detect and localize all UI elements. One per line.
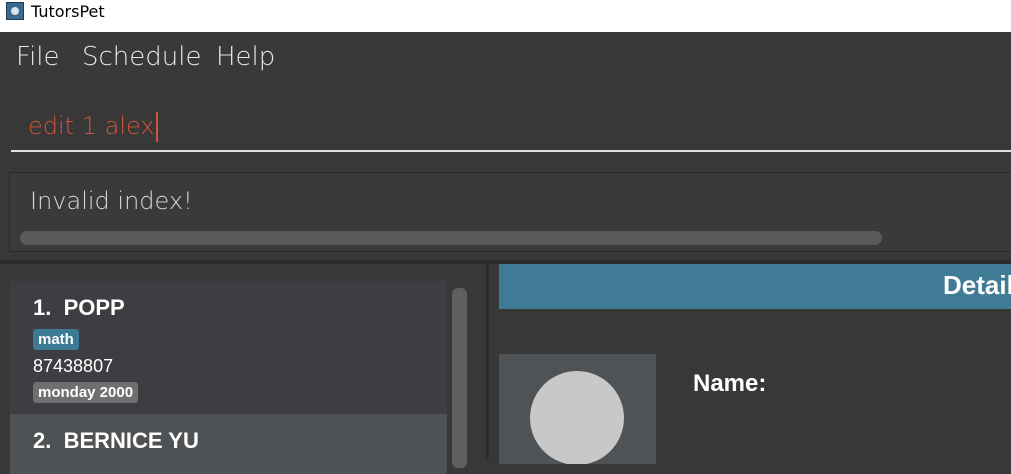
command-input[interactable]: edit 1 alex	[11, 106, 1011, 152]
text-caret	[155, 112, 158, 142]
detail-header-title: Detail	[943, 270, 1011, 300]
student-card-title: 1. POPP	[33, 295, 125, 320]
detail-panel: Detail Name:	[489, 264, 1011, 464]
avatar	[499, 354, 656, 464]
command-area: edit 1 alex	[0, 86, 1011, 163]
detail-header: Detail	[499, 264, 1011, 309]
student-card[interactable]: 1. POPP math 87438807 monday 2000	[10, 281, 447, 414]
paw-icon	[6, 2, 24, 20]
name-label: Name:	[693, 370, 767, 397]
window-title: TutorsPet	[31, 2, 105, 21]
result-message: Invalid index!	[30, 187, 193, 215]
student-list-panel: 1. POPP math 87438807 monday 2000 2. BER…	[0, 264, 486, 474]
student-phone: 87438807	[33, 356, 114, 376]
result-scrollbar[interactable]	[20, 231, 882, 245]
command-text: edit 1 alex	[28, 112, 155, 140]
student-card[interactable]: 2. BERNICE YU	[10, 414, 447, 474]
menu-file[interactable]: File	[16, 42, 60, 72]
menu-schedule[interactable]: Schedule	[82, 42, 201, 72]
lesson-slot-tag: monday 2000	[33, 382, 139, 403]
result-display: Invalid index!	[9, 172, 1011, 252]
avatar-placeholder-icon	[530, 371, 624, 464]
title-bar: TutorsPet	[0, 0, 1011, 32]
menu-help[interactable]: Help	[216, 42, 275, 72]
student-card-title: 2. BERNICE YU	[33, 428, 199, 453]
list-scrollbar[interactable]	[452, 288, 467, 468]
subject-tag: math	[33, 329, 79, 350]
menu-bar: File Schedule Help	[0, 32, 1011, 87]
